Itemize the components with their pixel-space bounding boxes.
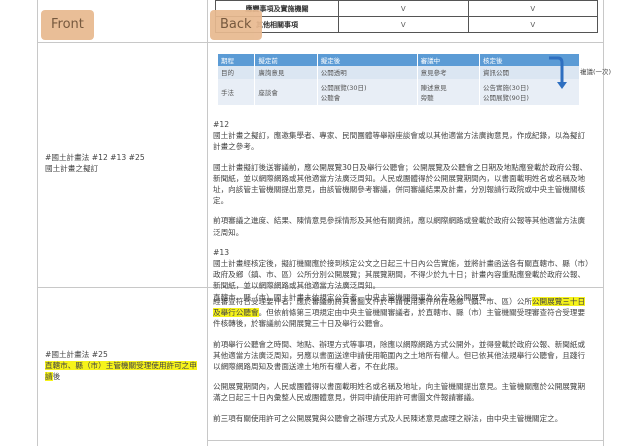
row2-left-cell: #國土計畫法 #25 直轄市、縣（市）主管機關受理使用許可之申請後 — [45, 349, 200, 382]
diagram-header: 擬定前 — [254, 54, 318, 66]
paragraph: 公開展覽期間內，人民或團體得以書面載明姓名或名稱及地址，向主管機關提出意見。主管… — [213, 382, 586, 403]
paragraph: 前三項有關使用許可之公開展覽與公聽會之辦理方式及人民陳述意見處理之辦法，由中央主… — [213, 413, 563, 423]
row-title: 直轄市、縣（市）主管機關受理使用許可之申請後 — [45, 360, 200, 382]
back-button[interactable]: Back — [210, 10, 262, 40]
cell: V — [338, 16, 469, 33]
top-partial-table: 應變事項及實施機關 V V 其他相關事項 V V — [215, 0, 598, 33]
row-title: 國土計畫之擬訂 — [45, 164, 99, 173]
diagram-row: 手法 座談會 公開展覽(30日) 公聽會 陳述意見 旁聽 公告實施(30日) 公… — [218, 79, 580, 105]
table-column-divider — [207, 0, 208, 446]
paragraph: 國土計畫經核定後，擬訂機關應於接到核定公文之日起三十日內公告實施，並將計畫函送各… — [213, 259, 589, 291]
diagram-cell: 公開展覽(30日) 公聽會 — [317, 79, 418, 105]
section-tag: #13 — [213, 247, 230, 257]
diagram-cell: 廣詢意見 — [254, 66, 318, 79]
table-left-border — [37, 0, 38, 446]
row2-content: 經審查符合受理要件者，應於審議前將其書圖文件於申請使用案件所在地鄉（鎮、市、區）… — [213, 296, 591, 433]
row-divider — [207, 440, 604, 441]
paragraph: 前項舉行公聽會之時間、地點、辦理方式等事項，除應以網際網路方式公開外，並得登載於… — [213, 339, 586, 372]
paragraph: 國土計畫擬訂後送審議前，應公開展覽30日及舉行公聽會；公開展覽及公聽會之日期及地… — [213, 162, 588, 206]
cell: V — [467, 0, 598, 17]
table-row: 應變事項及實施機關 V V — [215, 0, 598, 17]
cell: V — [467, 16, 598, 33]
diagram-header-row: 期程 擬定前 擬定後 審議中 核定後 — [218, 54, 580, 66]
diagram-note: 複議(一次) — [580, 68, 612, 76]
front-button[interactable]: Front — [41, 10, 94, 40]
tag-line: #國土計畫法 #25 — [45, 350, 108, 359]
diagram-cell: 目的 — [218, 66, 256, 79]
diagram-cell: 公開透明 — [317, 66, 418, 79]
diagram-cell: 意見參考 — [417, 66, 481, 79]
text: 經審查符合受理要件者，應於審議前將其書圖文件於申請使用案件所在地鄉（鎮、市、區）… — [213, 297, 532, 306]
paragraph: 國土計畫之擬訂，應邀集學者、專家、民間團體等舉辦座談會或以其他適當方法廣詢意見，… — [213, 131, 586, 152]
table-row: 其他相關事項 V V — [215, 16, 598, 33]
diagram-cell: 陳述意見 旁聽 — [417, 79, 481, 105]
diagram-header: 期程 — [218, 54, 256, 66]
diagram-header: 擬定後 — [317, 54, 418, 66]
row1-left-cell: #國土計畫法 #12 #13 #25 國土計畫之擬訂 — [45, 152, 200, 174]
process-diagram: 期程 擬定前 擬定後 審議中 核定後 目的 廣詢意見 公開透明 意見參考 資訊公… — [218, 54, 580, 105]
tag-line: #國土計畫法 #12 #13 #25 — [45, 153, 145, 162]
diagram-cell: 手法 — [218, 79, 256, 105]
diagram-cell: 座談會 — [254, 79, 318, 105]
text: 。但依前條第三項規定由中央主管機關審議者，於直轄市、縣（市）主管機關受理審查符合… — [213, 308, 586, 329]
section-tag: #12 — [213, 120, 230, 129]
paragraph: 前項審議之進度、結果、陳情意見參採情形及其他有關資訊，應以網際網路或登載於政府公… — [213, 216, 586, 237]
diagram-row: 目的 廣詢意見 公開透明 意見參考 資訊公開 — [218, 66, 580, 79]
cell: V — [338, 0, 469, 17]
curved-arrow-icon — [549, 56, 567, 89]
row1-content: #12 國土計畫之擬訂，應邀集學者、專家、民間團體等舉辦座談會或以其他適當方法廣… — [213, 119, 591, 303]
row-divider — [37, 42, 604, 43]
highlighted-text: 直轄市、縣（市）主管機關受理使用許可之申請 — [45, 361, 197, 381]
paragraph: 經審查符合受理要件者，應於審議前將其書圖文件於申請使用案件所在地鄉（鎮、市、區）… — [213, 296, 591, 330]
diagram-header: 審議中 — [417, 54, 481, 66]
text: 後 — [52, 372, 61, 381]
